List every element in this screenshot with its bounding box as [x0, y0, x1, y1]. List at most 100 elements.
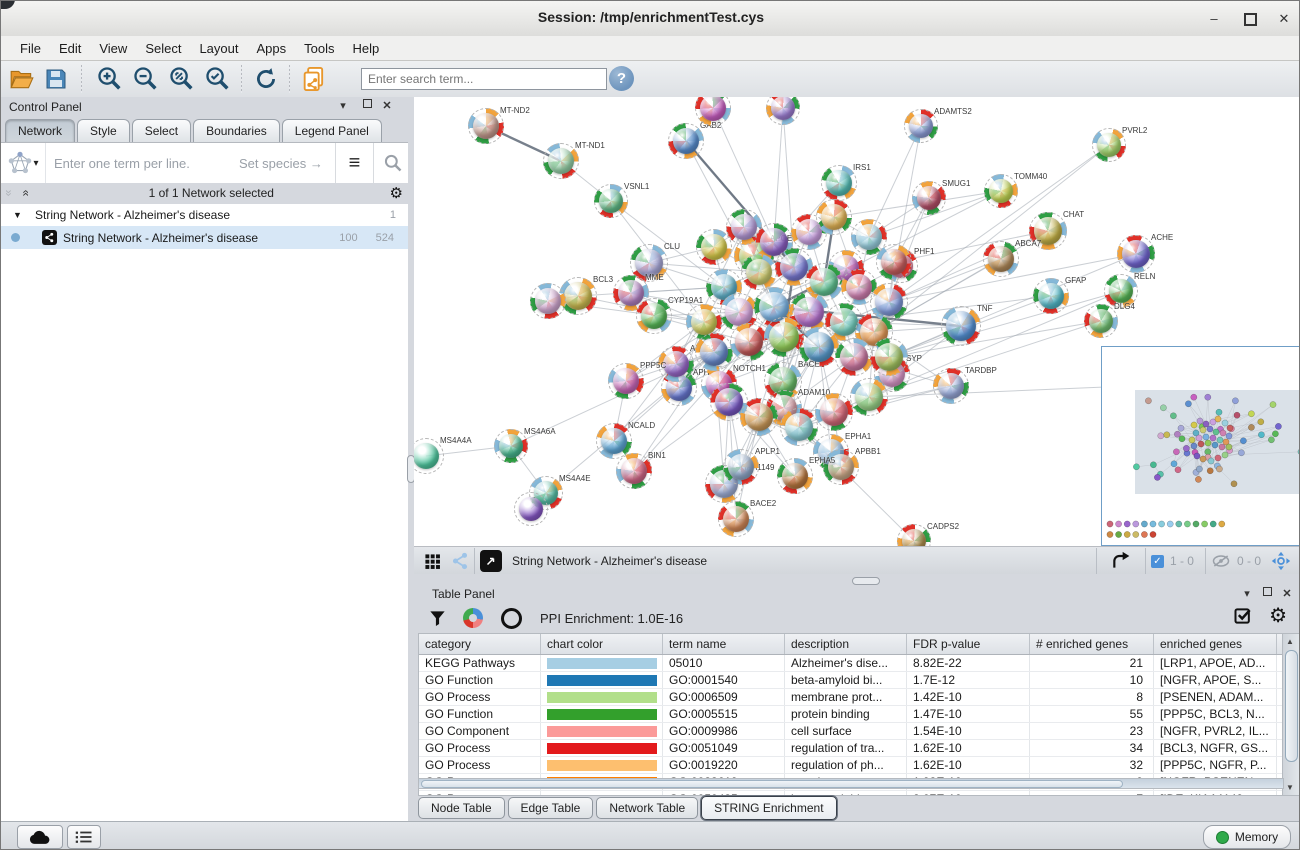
scroll-down-icon[interactable]: ▼ — [1284, 783, 1296, 792]
network-node[interactable]: SMUG1 — [917, 186, 941, 210]
network-node[interactable]: MS4A6A — [499, 434, 523, 458]
network-node[interactable]: TARDBP — [938, 373, 964, 399]
menu-edit[interactable]: Edit — [50, 38, 90, 59]
tab-legend-panel[interactable]: Legend Panel — [282, 119, 382, 142]
ring-chart-icon[interactable] — [501, 608, 522, 629]
network-options-gear-icon[interactable]: ⚙ — [390, 184, 403, 202]
network-node[interactable] — [746, 259, 772, 285]
network-node[interactable]: GAB2 — [673, 128, 699, 154]
open-session-button[interactable] — [7, 64, 37, 94]
network-node[interactable] — [855, 383, 883, 411]
network-node[interactable] — [700, 338, 728, 366]
zoom-selected-button[interactable] — [203, 64, 233, 94]
menu-tools[interactable]: Tools — [295, 38, 343, 59]
network-node[interactable] — [745, 403, 773, 431]
table-row[interactable]: GO FunctionGO:0005515protein binding1.47… — [419, 706, 1283, 723]
search-input[interactable] — [361, 68, 607, 90]
column-header[interactable]: # enriched genes — [1030, 634, 1154, 654]
string-options-button[interactable]: ≡ — [336, 143, 373, 183]
menu-apps[interactable]: Apps — [248, 38, 296, 59]
export-network-button[interactable] — [1110, 551, 1132, 571]
network-node[interactable] — [725, 298, 753, 326]
task-history-button[interactable] — [67, 825, 101, 849]
network-node[interactable] — [881, 249, 907, 275]
network-node[interactable] — [771, 97, 795, 120]
network-node[interactable]: EPHA5 — [782, 463, 808, 489]
column-header[interactable]: chart color — [541, 634, 663, 654]
network-node[interactable]: PPP5C — [613, 368, 639, 394]
network-row-selected[interactable]: String Network - Alzheimer's disease 100… — [1, 226, 410, 249]
float-panel-icon[interactable] — [359, 99, 375, 111]
tab-string-enrichment[interactable]: STRING Enrichment — [701, 796, 836, 820]
network-node[interactable] — [830, 308, 858, 336]
network-node[interactable]: IRS1 — [826, 170, 852, 196]
species-hint-label[interactable]: Set species → — [239, 156, 335, 171]
network-node[interactable]: DLG4 — [1089, 309, 1113, 333]
network-from-clipboard-button[interactable] — [297, 64, 331, 94]
tree-collapse-icon[interactable]: ▼ — [13, 210, 27, 220]
network-node[interactable]: NCALD — [601, 428, 627, 454]
network-node[interactable] — [875, 343, 903, 371]
table-settings-gear-icon[interactable]: ⚙ — [1269, 603, 1287, 628]
table-row[interactable]: GO ProcessGO:0006509membrane prot...1.42… — [419, 689, 1283, 706]
network-node[interactable]: ACHE — [1122, 240, 1150, 268]
float-panel-icon[interactable] — [1259, 587, 1275, 599]
table-row[interactable]: GO ProcessGO:0019220regulation of ph...1… — [419, 757, 1283, 774]
menu-select[interactable]: Select — [136, 38, 190, 59]
network-node[interactable]: BIN1 — [621, 458, 647, 484]
scroll-up-icon[interactable]: ▲ — [1284, 637, 1296, 646]
table-row[interactable]: GO ProcessGO:0051049regulation of tra...… — [419, 740, 1283, 757]
tab-network-table[interactable]: Network Table — [596, 797, 698, 819]
pan-mode-button[interactable] — [1271, 551, 1291, 571]
network-node[interactable]: MS4A4A — [414, 443, 439, 469]
network-node[interactable]: CADPS2 — [902, 529, 926, 546]
network-node[interactable]: GFAP — [1038, 283, 1064, 309]
grid-view-button[interactable] — [424, 553, 441, 570]
collapse-all-icon[interactable]: » — [2, 185, 16, 201]
menu-layout[interactable]: Layout — [190, 38, 247, 59]
network-collection-row[interactable]: ▼ String Network - Alzheimer's disease 1 — [1, 204, 410, 226]
enrichment-chart-icon[interactable] — [463, 608, 483, 628]
network-node[interactable] — [715, 388, 743, 416]
network-node[interactable] — [731, 214, 757, 240]
network-node[interactable] — [785, 413, 813, 441]
panel-menu-caret-icon[interactable]: ▾ — [1239, 587, 1255, 600]
tab-edge-table[interactable]: Edge Table — [508, 797, 594, 819]
help-button[interactable]: ? — [609, 66, 634, 91]
network-node[interactable] — [535, 288, 561, 314]
network-node[interactable]: TOMM40 — [989, 179, 1013, 203]
network-node[interactable] — [691, 309, 717, 335]
network-node[interactable]: MT-ND1 — [548, 148, 574, 174]
menu-view[interactable]: View — [90, 38, 136, 59]
refresh-button[interactable] — [251, 64, 281, 94]
string-protein-query-dropdown[interactable]: ▾ — [1, 143, 46, 183]
horizontal-splitter[interactable] — [414, 574, 1300, 586]
network-node[interactable]: ADAMTS2 — [909, 114, 933, 138]
splitter-grip[interactable] — [852, 577, 880, 585]
network-node[interactable]: APLP1 — [728, 454, 754, 480]
column-header[interactable]: enriched genes — [1154, 634, 1277, 654]
column-header[interactable]: FDR p-value — [907, 634, 1030, 654]
network-node[interactable]: CYP19A1 — [641, 303, 667, 329]
table-row[interactable]: KEGG Pathways05010Alzheimer's dise...8.8… — [419, 655, 1283, 672]
cloud-services-button[interactable] — [17, 825, 63, 849]
network-node[interactable] — [780, 253, 808, 281]
network-canvas[interactable]: MT-ND2MT-ND1VSNL1GAB2ADAMTS2SMUG1PVRL2TO… — [414, 97, 1300, 546]
filter-funnel-icon[interactable] — [428, 608, 447, 629]
birds-eye-view[interactable] — [1101, 346, 1300, 546]
close-button[interactable]: ✕ — [1273, 10, 1295, 28]
scrollbar-thumb[interactable] — [1285, 650, 1298, 762]
open-in-browser-button[interactable] — [480, 550, 502, 572]
panel-menu-caret-icon[interactable]: ▾ — [335, 99, 351, 112]
menu-file[interactable]: File — [11, 38, 50, 59]
network-node[interactable] — [519, 497, 543, 521]
memory-button[interactable]: Memory — [1203, 825, 1291, 849]
close-panel-icon[interactable]: ✕ — [1279, 587, 1295, 600]
tab-style[interactable]: Style — [77, 119, 130, 142]
zoom-fit-button[interactable] — [167, 64, 197, 94]
table-row[interactable]: GO FunctionGO:0001540beta-amyloid bi...1… — [419, 672, 1283, 689]
maximize-button[interactable] — [1239, 10, 1261, 28]
network-node[interactable] — [840, 343, 868, 371]
string-search-button[interactable] — [374, 143, 411, 183]
table-horizontal-scrollbar[interactable] — [418, 778, 1284, 789]
